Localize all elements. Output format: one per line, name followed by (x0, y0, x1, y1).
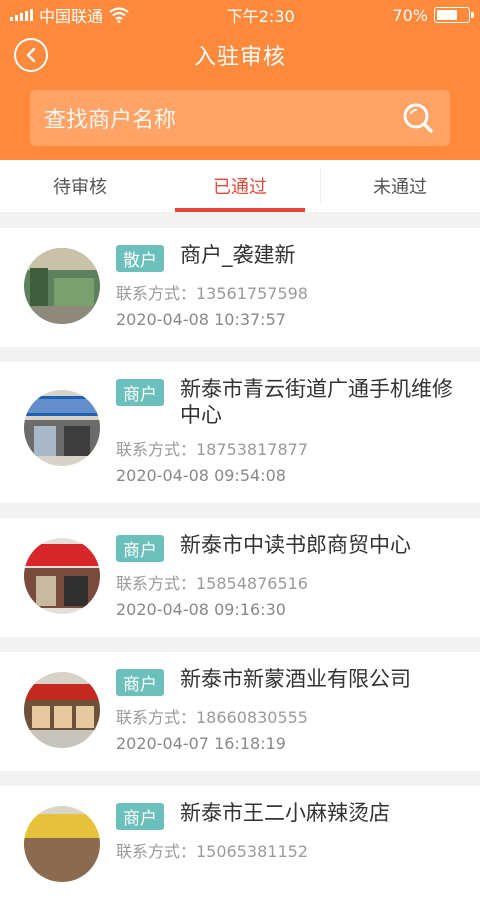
list-item[interactable]: 商户 新泰市新蒙酒业有限公司 联系方式：18660830555 2020-04-… (0, 652, 480, 771)
battery-icon (433, 7, 474, 23)
battery-percent: 70% (392, 5, 428, 25)
wifi-icon (109, 7, 129, 23)
search-bar[interactable]: 查找商户名称 (30, 90, 450, 146)
signal-icon (10, 9, 33, 21)
merchant-avatar (24, 672, 100, 748)
merchant-contact: 联系方式：15065381152 (116, 842, 308, 861)
tab-rejected[interactable]: 未通过 (320, 160, 480, 212)
merchant-name: 商户_袭建新 (180, 243, 296, 267)
search-icon[interactable] (400, 100, 436, 136)
clock: 下午2:30 (226, 7, 295, 26)
tab-bar: 待审核 已通过 未通过 (0, 160, 480, 213)
header: 中国联通 下午2:30 70% 入驻审核 查找商户名称 (0, 0, 480, 160)
merchant-avatar (24, 390, 100, 466)
merchant-list: 散户 商户_袭建新 联系方式：13561757598 2020-04-08 10… (0, 228, 480, 900)
tab-pending[interactable]: 待审核 (0, 160, 160, 212)
merchant-name: 新泰市新蒙酒业有限公司 (180, 667, 411, 691)
merchant-time: 2020-04-08 09:16:30 (116, 600, 286, 619)
merchant-type-badge: 散户 (116, 245, 164, 272)
list-item[interactable]: 散户 商户_袭建新 联系方式：13561757598 2020-04-08 10… (0, 228, 480, 347)
list-item[interactable]: 商户 新泰市王二小麻辣烫店 联系方式：15065381152 (0, 786, 480, 900)
merchant-avatar (24, 538, 100, 614)
merchant-time: 2020-04-08 10:37:57 (116, 310, 286, 329)
list-item[interactable]: 商户 新泰市中读书郎商贸中心 联系方式：15854876516 2020-04-… (0, 518, 480, 637)
merchant-type-badge: 商户 (116, 803, 164, 830)
merchant-contact: 联系方式：18753817877 (116, 440, 308, 459)
chevron-left-icon (26, 47, 36, 63)
merchant-contact: 联系方式：18660830555 (116, 708, 308, 727)
merchant-name: 新泰市中读书郎商贸中心 (180, 533, 411, 557)
status-bar: 中国联通 下午2:30 70% (0, 0, 480, 30)
merchant-type-badge: 商户 (116, 669, 164, 696)
merchant-time: 2020-04-08 09:54:08 (116, 466, 286, 485)
merchant-contact: 联系方式：15854876516 (116, 574, 308, 593)
merchant-type-badge: 商户 (116, 535, 164, 562)
page-title: 入驻审核 (193, 45, 286, 70)
back-button[interactable] (14, 38, 48, 72)
tab-approved[interactable]: 已通过 (160, 160, 320, 212)
merchant-avatar (24, 248, 100, 324)
merchant-time: 2020-04-07 16:18:19 (116, 734, 286, 753)
carrier-label: 中国联通 (39, 7, 104, 26)
merchant-name: 新泰市王二小麻辣烫店 (180, 801, 390, 825)
merchant-contact: 联系方式：13561757598 (116, 284, 308, 303)
search-input[interactable]: 查找商户名称 (44, 102, 400, 134)
merchant-avatar (24, 806, 100, 882)
merchant-type-badge: 商户 (116, 379, 164, 406)
list-item[interactable]: 商户 新泰市青云街道广通手机维修中心 联系方式：18753817877 2020… (0, 362, 480, 503)
merchant-name: 新泰市青云街道广通手机维修中心 (180, 377, 453, 427)
